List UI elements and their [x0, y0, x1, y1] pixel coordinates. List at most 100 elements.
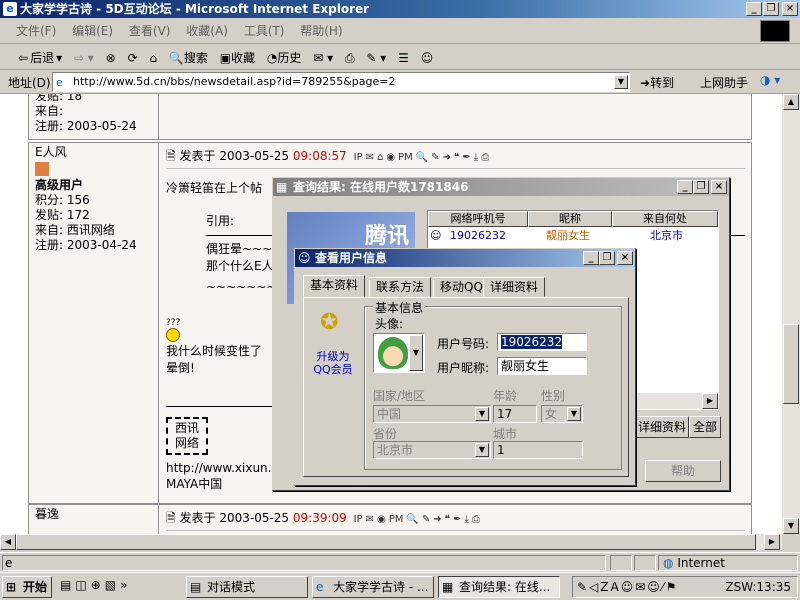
- task-query[interactable]: ▦ 查询结果: 在线...: [438, 576, 560, 598]
- ip-icon[interactable]: IP: [354, 149, 363, 167]
- nickname-label: 用户昵称:: [437, 361, 490, 375]
- homepage-icon[interactable]: ⌂: [377, 149, 383, 167]
- tab-basic[interactable]: 基本资料: [303, 275, 366, 297]
- scroll-up-icon[interactable]: ▲: [783, 94, 799, 110]
- search-button[interactable]: 🔍搜索: [165, 44, 212, 71]
- close-button[interactable]: ×: [782, 2, 798, 16]
- helper-icon[interactable]: ◑ ▾: [760, 73, 780, 87]
- country-dropdown-icon[interactable]: ▼: [475, 407, 489, 421]
- uid-field[interactable]: 19026232: [497, 333, 587, 351]
- stop-icon[interactable]: ⊗: [102, 46, 120, 70]
- col-from[interactable]: 来自何处: [612, 211, 718, 227]
- pm-button-icon[interactable]: PM: [389, 511, 404, 529]
- user-maximize-button[interactable]: ❐: [599, 251, 615, 265]
- author-name[interactable]: E人风: [35, 145, 152, 160]
- download-icon[interactable]: ⤓: [464, 511, 468, 529]
- address-dropdown-icon[interactable]: ▼: [614, 75, 628, 89]
- reply-icon[interactable]: ➜: [443, 149, 451, 167]
- start-button[interactable]: ⊞ 开始: [2, 576, 52, 598]
- pen-icon[interactable]: ✒: [453, 511, 461, 529]
- user-close-button[interactable]: ×: [617, 251, 633, 265]
- all-button[interactable]: 全部: [689, 416, 721, 438]
- menu-tools[interactable]: 工具(T): [238, 18, 291, 43]
- edit-post-icon[interactable]: ✎: [431, 149, 439, 167]
- results-scroll-right-icon[interactable]: ▶: [702, 393, 718, 409]
- city-field[interactable]: 1: [493, 441, 583, 459]
- task-ie[interactable]: e 大家学学古诗 - ...: [312, 576, 434, 598]
- print-post-icon[interactable]: ⎙: [472, 511, 480, 529]
- avatar-select[interactable]: ▼: [373, 333, 425, 373]
- help-button[interactable]: 帮助: [645, 460, 721, 482]
- country-select[interactable]: 中国 ▼: [373, 405, 491, 423]
- nickname-field[interactable]: 靓丽女生: [497, 357, 587, 375]
- favorites-button[interactable]: ▣收藏: [216, 44, 259, 71]
- tab-contact[interactable]: 联系方法: [369, 277, 432, 297]
- query-minimize-button[interactable]: _: [677, 180, 693, 194]
- detail-button[interactable]: 详细资料: [635, 416, 689, 438]
- task-chat[interactable]: ▤ 对话模式: [186, 576, 308, 598]
- edit-post-icon[interactable]: ✎: [422, 511, 430, 529]
- forward-button[interactable]: ⇨ ▾: [70, 46, 98, 70]
- scroll-left-icon[interactable]: ◀: [0, 534, 16, 550]
- download-icon[interactable]: ⤓: [474, 149, 478, 167]
- pen-icon[interactable]: ✒: [462, 149, 470, 167]
- print-post-icon[interactable]: ⎙: [481, 149, 489, 167]
- pm-icon[interactable]: ✉: [366, 149, 374, 167]
- menu-view[interactable]: 查看(V): [123, 18, 177, 43]
- scroll-right-icon[interactable]: ▶: [764, 534, 780, 550]
- scroll-thumb[interactable]: [783, 324, 799, 404]
- pm-icon[interactable]: ✉: [366, 511, 374, 529]
- search-post-icon[interactable]: 🔍: [406, 511, 418, 529]
- author-name[interactable]: 暮逸: [35, 507, 152, 522]
- menu-file[interactable]: 文件(F): [10, 18, 62, 43]
- horizontal-scrollbar[interactable]: ◀ ▶: [0, 534, 782, 550]
- home-icon[interactable]: ⌂: [145, 46, 161, 70]
- back-arrow-icon: ⇦: [18, 51, 29, 65]
- qq-icon[interactable]: ◉: [377, 511, 386, 529]
- history-button[interactable]: ◔历史: [263, 44, 306, 71]
- messenger-icon[interactable]: ☺: [417, 46, 438, 70]
- query-maximize-button[interactable]: ❐: [693, 180, 709, 194]
- result-row[interactable]: ☺ 19026232 靓丽女生 北京市: [428, 227, 718, 245]
- province-select[interactable]: 北京市 ▼: [373, 441, 491, 459]
- address-input[interactable]: e http://www.5d.cn/bbs/newsdetail.asp?id…: [52, 72, 630, 92]
- tray-icons[interactable]: ✎◁ZA☺✉☺⁄⚑: [573, 580, 679, 594]
- helper-button[interactable]: 上网助手: [700, 74, 748, 91]
- avatar-dropdown-icon[interactable]: ▼: [409, 335, 423, 371]
- ip-icon[interactable]: IP: [354, 511, 363, 529]
- scroll-down-icon[interactable]: ▼: [783, 518, 799, 534]
- mail-icon[interactable]: ✉ ▾: [309, 46, 337, 70]
- province-dropdown-icon[interactable]: ▼: [475, 443, 489, 457]
- menu-help[interactable]: 帮助(H): [294, 18, 348, 43]
- back-button[interactable]: ⇦ 后退 ▾: [14, 44, 66, 71]
- col-pager[interactable]: 网络呼机号: [428, 211, 528, 227]
- age-field[interactable]: 17: [493, 405, 537, 423]
- hscroll-thumb[interactable]: [16, 534, 756, 550]
- search-post-icon[interactable]: 🔍: [416, 149, 428, 167]
- quote-icon[interactable]: ❝: [445, 511, 450, 529]
- gender-dropdown-icon[interactable]: ▼: [567, 407, 581, 421]
- quick-launch-icons[interactable]: ▤◫⊕▧»: [60, 578, 131, 592]
- menu-edit[interactable]: 编辑(E): [66, 18, 119, 43]
- edit-icon[interactable]: ✎ ▾: [362, 46, 390, 70]
- quote-icon[interactable]: ❝: [454, 149, 459, 167]
- go-button[interactable]: ➜转到: [640, 74, 674, 91]
- maximize-button[interactable]: ❐: [763, 2, 779, 16]
- user-tab-panel: ✪ 升级为QQ会员 基本信息 头像: ▼ 用户号码: 19026232 用户昵称…: [303, 297, 629, 477]
- tab-mobile-qq[interactable]: 移动QQ: [433, 277, 490, 297]
- gender-select[interactable]: 女 ▼: [541, 405, 583, 423]
- user-minimize-button[interactable]: _: [583, 251, 599, 265]
- pm-button-icon[interactable]: PM: [398, 149, 413, 167]
- query-close-button[interactable]: ×: [711, 180, 727, 194]
- print-icon[interactable]: ⎙: [341, 46, 359, 71]
- discuss-icon[interactable]: ☰: [394, 46, 413, 70]
- menu-favorites[interactable]: 收藏(A): [180, 18, 234, 43]
- minimize-button[interactable]: _: [746, 2, 762, 16]
- refresh-icon[interactable]: ⟳: [124, 46, 142, 70]
- qq-icon[interactable]: ◉: [386, 149, 395, 167]
- vertical-scrollbar[interactable]: ▲ ▼: [782, 94, 800, 534]
- col-nickname[interactable]: 昵称: [528, 211, 612, 227]
- tab-details[interactable]: 详细资料: [483, 277, 546, 297]
- reply-icon[interactable]: ➜: [433, 511, 441, 529]
- upgrade-link[interactable]: 升级为QQ会员: [310, 350, 356, 376]
